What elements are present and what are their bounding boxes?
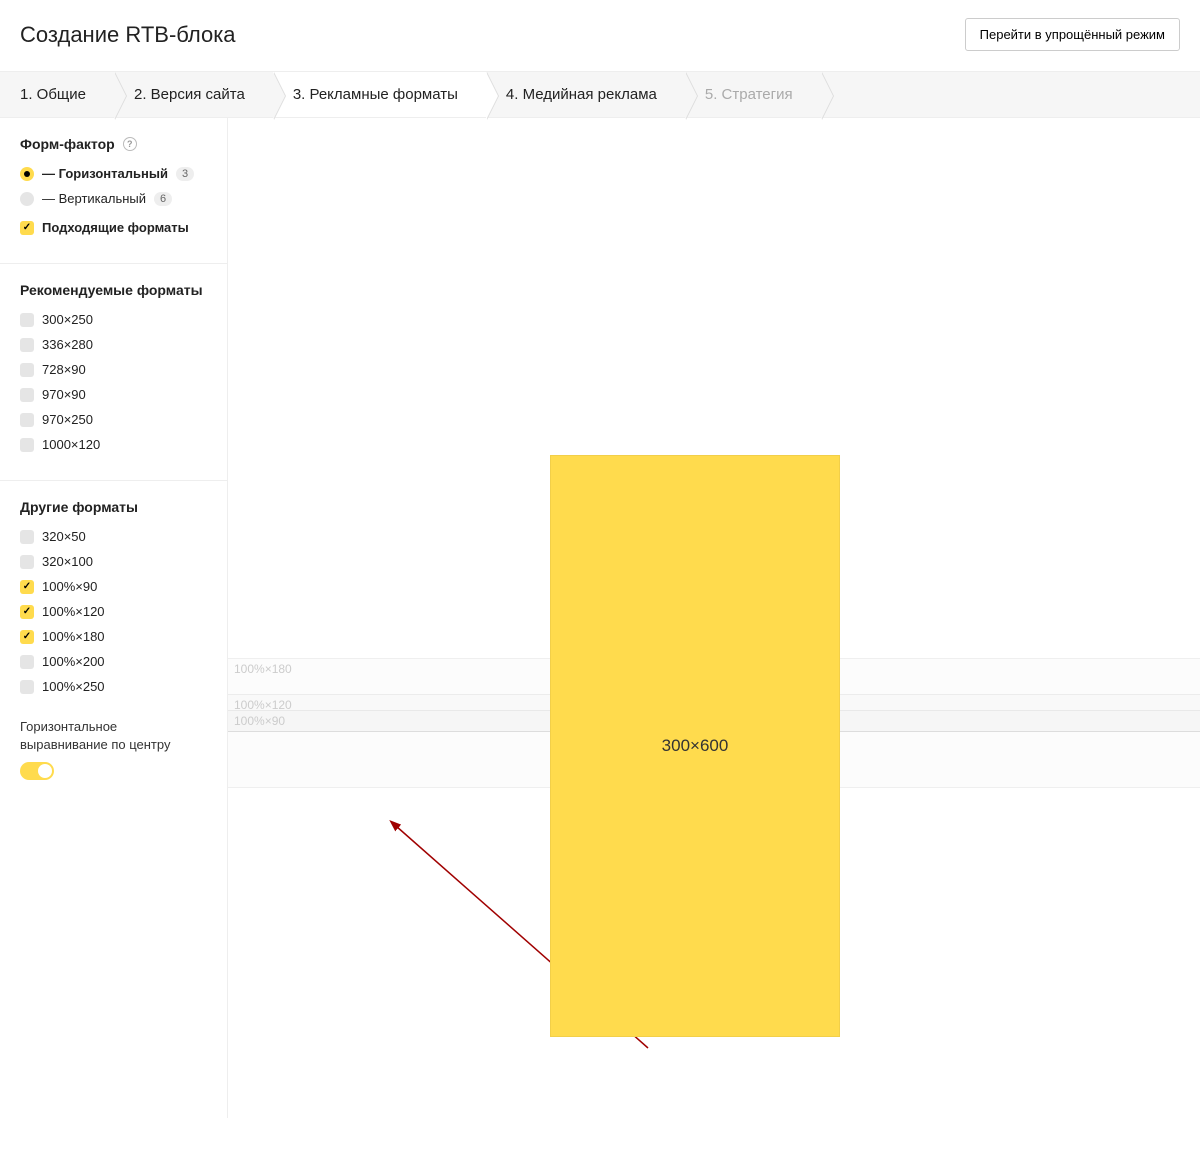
other-item[interactable]: 320×100 — [20, 554, 207, 569]
step-5: 5. Стратегия — [685, 72, 821, 117]
wizard-steps: 1. Общие 2. Версия сайта 3. Рекламные фо… — [0, 71, 1200, 118]
align-label: Горизонтальное выравнивание по центру — [20, 718, 207, 754]
checkbox-icon — [20, 388, 34, 402]
format-label: 320×50 — [42, 529, 86, 544]
other-item[interactable]: 100%×90 — [20, 579, 207, 594]
align-toggle[interactable] — [20, 762, 54, 780]
band-label: 100%×90 — [234, 714, 285, 728]
form-factor-horizontal[interactable]: — Горизонтальный 3 — [20, 166, 207, 181]
other-item[interactable]: 100%×250 — [20, 679, 207, 694]
preview-area: 100%×180100%×120100%×90240×600160×600300… — [228, 118, 1200, 1118]
format-label: 100%×180 — [42, 629, 105, 644]
recommended-item[interactable]: 970×90 — [20, 387, 207, 402]
form-factor-section: Форм-фактор ? — Горизонтальный 3 — Верти… — [0, 118, 227, 264]
recommended-item[interactable]: 728×90 — [20, 362, 207, 377]
radio-icon — [20, 192, 34, 206]
checkbox-icon — [20, 680, 34, 694]
help-icon[interactable]: ? — [123, 137, 137, 151]
count-badge: 3 — [176, 167, 194, 181]
other-item[interactable]: 320×50 — [20, 529, 207, 544]
recommended-item[interactable]: 1000×120 — [20, 437, 207, 452]
count-badge: 6 — [154, 192, 172, 206]
checkbox-icon — [20, 313, 34, 327]
radio-icon — [20, 167, 34, 181]
other-title: Другие форматы — [20, 499, 207, 515]
other-item[interactable]: 100%×200 — [20, 654, 207, 669]
main-block-label: 300×600 — [662, 736, 729, 756]
format-label: 1000×120 — [42, 437, 100, 452]
form-factor-title: Форм-фактор ? — [20, 136, 207, 152]
fit-formats-checkbox[interactable]: Подходящие форматы — [20, 220, 207, 235]
format-label: 300×250 — [42, 312, 93, 327]
preview-main-block: 300×600 — [550, 455, 840, 1037]
recommended-item[interactable]: 300×250 — [20, 312, 207, 327]
checkbox-icon — [20, 338, 34, 352]
step-1[interactable]: 1. Общие — [0, 72, 114, 117]
recommended-item[interactable]: 336×280 — [20, 337, 207, 352]
checkbox-icon — [20, 530, 34, 544]
checkbox-icon — [20, 438, 34, 452]
format-label: 320×100 — [42, 554, 93, 569]
page-title: Создание RTB-блока — [20, 22, 236, 48]
other-item[interactable]: 100%×120 — [20, 604, 207, 619]
format-label: 728×90 — [42, 362, 86, 377]
recommended-item[interactable]: 970×250 — [20, 412, 207, 427]
checkbox-icon — [20, 363, 34, 377]
step-3[interactable]: 3. Рекламные форматы — [273, 72, 486, 117]
format-label: 336×280 — [42, 337, 93, 352]
checkbox-icon — [20, 605, 34, 619]
checkbox-icon — [20, 221, 34, 235]
step-4[interactable]: 4. Медийная реклама — [486, 72, 685, 117]
recommended-title: Рекомендуемые форматы — [20, 282, 207, 298]
simple-mode-button[interactable]: Перейти в упрощённый режим — [965, 18, 1180, 51]
band-label: 100%×180 — [234, 662, 292, 676]
sidebar: Форм-фактор ? — Горизонтальный 3 — Верти… — [0, 118, 228, 1118]
format-label: 100%×90 — [42, 579, 97, 594]
checkbox-icon — [20, 555, 34, 569]
format-label: 100%×200 — [42, 654, 105, 669]
step-2[interactable]: 2. Версия сайта — [114, 72, 273, 117]
checkbox-icon — [20, 655, 34, 669]
checkbox-icon — [20, 413, 34, 427]
format-label: 970×90 — [42, 387, 86, 402]
format-label: 100%×120 — [42, 604, 105, 619]
other-section: Другие форматы 320×50 320×100 100%×90 100%×… — [0, 481, 227, 798]
checkbox-icon — [20, 630, 34, 644]
other-item[interactable]: 100%×180 — [20, 629, 207, 644]
checkbox-icon — [20, 580, 34, 594]
format-label: 970×250 — [42, 412, 93, 427]
format-label: 100%×250 — [42, 679, 105, 694]
recommended-section: Рекомендуемые форматы 300×250 336×280 728×… — [0, 264, 227, 481]
form-factor-vertical[interactable]: — Вертикальный 6 — [20, 191, 207, 206]
